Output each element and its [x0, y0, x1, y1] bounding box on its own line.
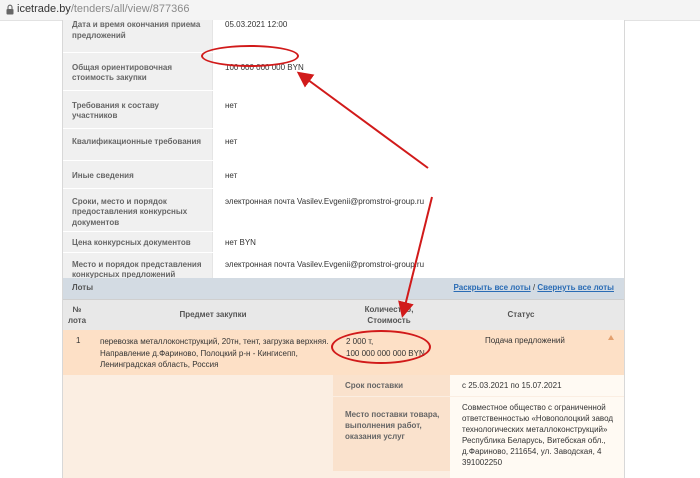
- annotation-arrow-to-estimated-cost: [296, 71, 429, 169]
- annotation-arrows: [296, 71, 433, 318]
- annotation-arrow-to-lot-cost: [398, 196, 433, 318]
